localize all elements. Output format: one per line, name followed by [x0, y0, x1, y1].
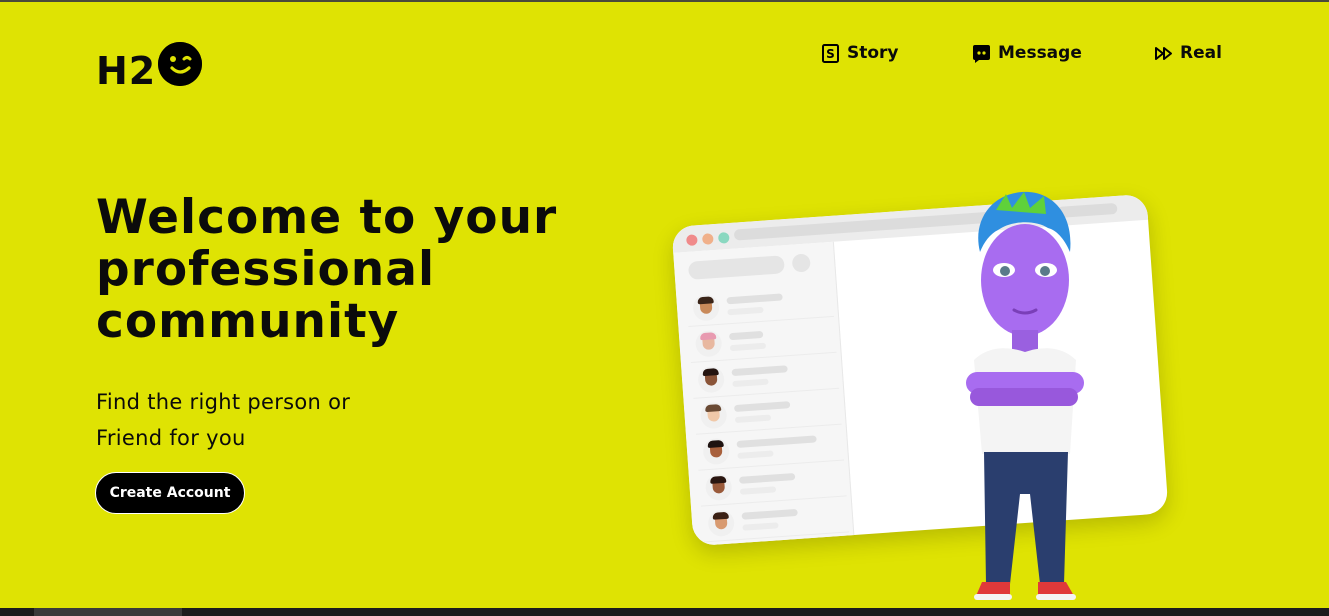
hero-subtitle-line-2: Friend for you [96, 426, 246, 450]
window-dot-orange [701, 233, 714, 245]
message-icon [972, 44, 991, 63]
nav-item-message[interactable]: Message [972, 43, 1082, 63]
avatar [697, 365, 726, 394]
nav-item-real[interactable]: Real [1154, 43, 1222, 63]
story-icon: S [821, 43, 840, 63]
hero-subtitle: Find the right person or Friend for you [96, 384, 456, 456]
mockup-search-pill [687, 255, 785, 280]
avatar [694, 329, 723, 358]
hero-illustration [670, 180, 1200, 610]
nav-label-story: Story [847, 43, 899, 63]
avatar-character [952, 190, 1102, 610]
window-dot-green [717, 231, 730, 244]
mockup-chat-list [673, 241, 855, 547]
fast-forward-icon [1154, 44, 1173, 63]
avatar [707, 509, 736, 538]
hero-subtitle-line-1: Find the right person or [96, 390, 351, 414]
avatar [704, 473, 733, 502]
hero-title: Welcome to your professional community [96, 190, 558, 349]
window-dot-red [686, 234, 698, 246]
mockup-search-circle [791, 253, 811, 273]
nav-label-real: Real [1180, 43, 1222, 63]
main-nav: S Story Message Real [0, 43, 1329, 67]
top-border [0, 0, 1329, 2]
nav-item-story[interactable]: S Story [821, 43, 899, 63]
bottom-scrollbar[interactable] [0, 608, 1329, 616]
nav-label-message: Message [998, 43, 1082, 63]
avatar [699, 401, 728, 430]
create-account-button[interactable]: Create Account [95, 472, 245, 514]
avatar [692, 293, 721, 322]
scrollbar-thumb[interactable] [34, 608, 182, 616]
avatar [702, 437, 731, 466]
svg-text:S: S [826, 47, 835, 61]
